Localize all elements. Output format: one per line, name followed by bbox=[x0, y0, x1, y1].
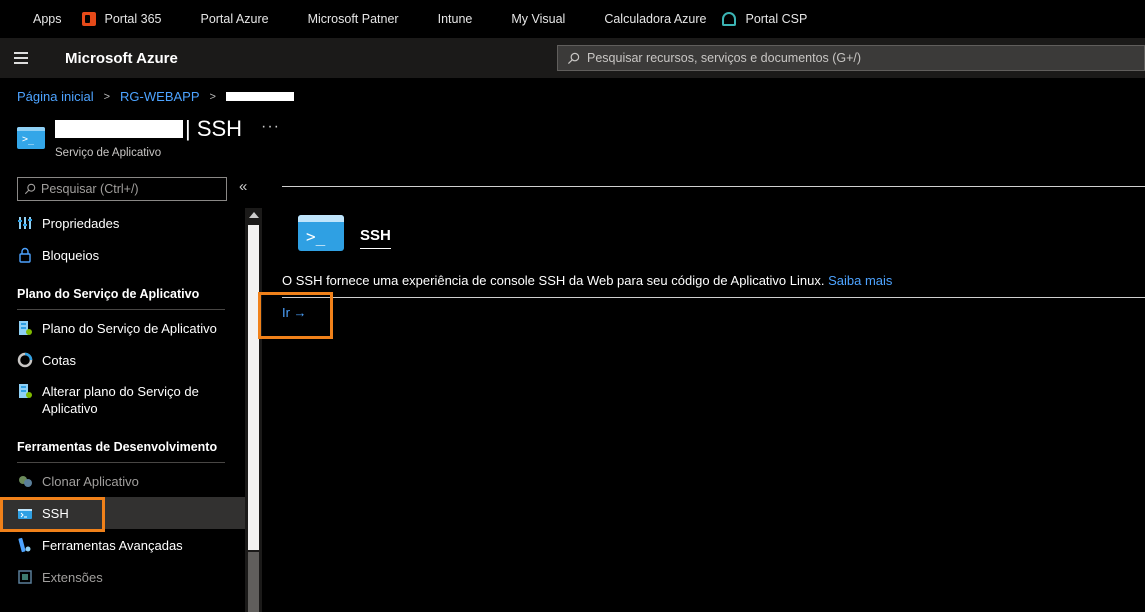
microsoft-logo-icon bbox=[488, 12, 502, 26]
bookmark-microsoft-patner[interactable]: Microsoft Patner bbox=[285, 12, 399, 26]
scroll-up-arrow-icon[interactable] bbox=[249, 212, 259, 218]
bookmark-portal-csp[interactable]: Portal CSP bbox=[722, 12, 807, 26]
section-divider bbox=[17, 462, 225, 463]
highlight-box-go bbox=[258, 292, 333, 339]
bookmark-label: Apps bbox=[33, 12, 62, 26]
sidebar-item-label: Clonar Aplicativo bbox=[42, 474, 139, 489]
bookmark-label: My Visual bbox=[511, 12, 566, 26]
scrollbar-thumb[interactable] bbox=[248, 225, 259, 550]
sidebar-item-clonar[interactable]: Clonar Aplicativo bbox=[0, 473, 245, 490]
content-divider bbox=[282, 297, 1145, 298]
scrollbar-track-lower bbox=[248, 552, 259, 612]
azure-header: Microsoft Azure Pesquisar recursos, serv… bbox=[0, 38, 1145, 78]
sidebar-item-bloqueios[interactable]: Bloqueios bbox=[0, 247, 245, 264]
sidebar-search-placeholder: Pesquisar (Ctrl+/) bbox=[41, 182, 139, 196]
menu-icon[interactable] bbox=[14, 52, 34, 64]
properties-icon bbox=[18, 217, 32, 229]
csp-icon bbox=[722, 12, 737, 26]
bookmark-portal-365[interactable]: Portal 365 bbox=[81, 12, 162, 26]
bookmark-apps[interactable]: Apps bbox=[10, 12, 62, 26]
chevron-right-icon: > bbox=[209, 90, 216, 103]
apps-grid-icon bbox=[10, 12, 24, 26]
sidebar-item-label: Propriedades bbox=[42, 216, 120, 231]
section-header-plano: Plano do Serviço de Aplicativo bbox=[17, 287, 200, 301]
sidebar-item-ferramentas-avancadas[interactable]: Ferramentas Avançadas bbox=[0, 537, 245, 554]
microsoft-logo-icon bbox=[415, 12, 429, 26]
sidebar-item-propriedades[interactable]: Propriedades bbox=[0, 215, 245, 232]
search-placeholder: Pesquisar recursos, serviços e documento… bbox=[587, 51, 862, 65]
sidebar-item-label: Cotas bbox=[42, 353, 76, 368]
microsoft-logo-icon bbox=[581, 12, 595, 26]
search-icon bbox=[567, 52, 580, 64]
global-search-input[interactable]: Pesquisar recursos, serviços e documento… bbox=[557, 45, 1145, 71]
collapse-sidebar-icon[interactable]: « bbox=[239, 178, 247, 195]
sidebar-item-label-line2: Aplicativo bbox=[42, 401, 98, 416]
sidebar-item-label: Extensões bbox=[42, 570, 103, 585]
redacted-app-name bbox=[55, 120, 183, 138]
sidebar-item-label: Alterar plano do Serviço de bbox=[42, 384, 199, 399]
clone-icon bbox=[19, 476, 32, 487]
app-service-plan-icon bbox=[19, 321, 32, 335]
section-divider bbox=[17, 309, 225, 310]
chevron-right-icon: > bbox=[103, 90, 111, 103]
lock-icon bbox=[19, 247, 31, 263]
bookmark-my-visual[interactable]: My Visual bbox=[488, 12, 565, 26]
bookmark-label: Microsoft Patner bbox=[307, 12, 399, 26]
bookmark-calculadora-azure[interactable]: Calculadora Azure bbox=[581, 12, 706, 26]
bookmark-label: Portal 365 bbox=[104, 12, 162, 26]
section-header-ferramentas: Ferramentas de Desenvolvimento bbox=[17, 440, 218, 454]
page-title: | SSH bbox=[55, 116, 242, 142]
breadcrumb: Página inicial > RG-WEBAPP > bbox=[17, 89, 294, 104]
highlight-box-ssh bbox=[0, 497, 105, 532]
sidebar-item-alterar-plano[interactable]: Alterar plano do Serviço de Aplicativo bbox=[0, 383, 245, 417]
sidebar-item-cotas[interactable]: Cotas bbox=[0, 352, 245, 369]
sidebar-item-extensoes[interactable]: Extensões bbox=[0, 569, 245, 586]
bookmark-label: Intune bbox=[437, 12, 473, 26]
office-365-icon bbox=[81, 12, 96, 26]
extensions-icon bbox=[18, 570, 32, 584]
bookmark-label: Portal CSP bbox=[745, 12, 808, 26]
change-plan-icon bbox=[19, 384, 32, 398]
search-icon bbox=[24, 183, 36, 195]
redacted-resource-name[interactable] bbox=[225, 92, 294, 101]
ssh-card-title: SSH bbox=[360, 227, 391, 249]
sidebar-search-input[interactable]: Pesquisar (Ctrl+/) bbox=[17, 177, 227, 201]
breadcrumb-resource-group[interactable]: RG-WEBAPP bbox=[120, 89, 199, 104]
more-options-icon[interactable]: ··· bbox=[261, 118, 280, 136]
microsoft-logo-icon bbox=[177, 12, 191, 26]
content-divider bbox=[282, 186, 1145, 187]
microsoft-logo-icon bbox=[285, 12, 299, 26]
brand-title[interactable]: Microsoft Azure bbox=[65, 50, 178, 67]
bookmarks-bar: Apps Portal 365 Portal Azure Microsoft P… bbox=[0, 0, 1145, 38]
page-title-suffix: | SSH bbox=[185, 116, 243, 141]
advanced-tools-icon bbox=[18, 537, 31, 553]
ssh-description-text: O SSH fornece uma experiência de console… bbox=[282, 273, 825, 288]
bookmark-portal-azure[interactable]: Portal Azure bbox=[177, 12, 268, 26]
ssh-description: O SSH fornece uma experiência de console… bbox=[282, 273, 892, 288]
app-service-ssh-icon: >_ bbox=[17, 127, 45, 149]
bookmark-label: Calculadora Azure bbox=[604, 12, 707, 26]
sidebar-item-label: Ferramentas Avançadas bbox=[42, 538, 183, 553]
bookmark-label: Portal Azure bbox=[200, 12, 269, 26]
breadcrumb-home[interactable]: Página inicial bbox=[17, 89, 94, 104]
page-subtitle: Serviço de Aplicativo bbox=[55, 147, 162, 159]
ssh-console-icon: >_ bbox=[298, 215, 344, 251]
sidebar-item-label: Plano do Serviço de Aplicativo bbox=[42, 321, 217, 336]
bookmark-intune[interactable]: Intune bbox=[415, 12, 473, 26]
learn-more-link[interactable]: Saiba mais bbox=[828, 273, 892, 288]
sidebar-item-plano-servico[interactable]: Plano do Serviço de Aplicativo bbox=[0, 320, 245, 337]
sidebar-item-label: Bloqueios bbox=[42, 248, 100, 263]
quota-icon bbox=[17, 352, 33, 368]
